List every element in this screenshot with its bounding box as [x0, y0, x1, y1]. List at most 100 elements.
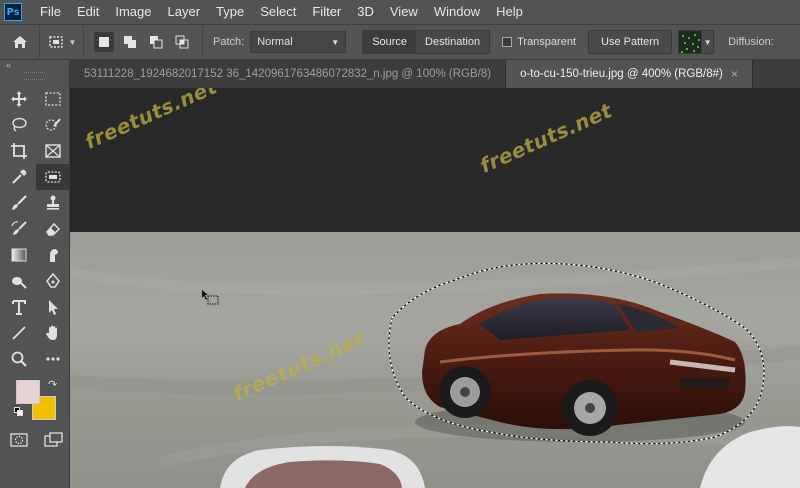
quick-selection-tool[interactable]: [36, 112, 70, 138]
frame-tool[interactable]: [36, 138, 70, 164]
type-icon: [12, 300, 26, 315]
quick-selection-icon: [45, 118, 61, 131]
menu-type[interactable]: Type: [208, 0, 252, 24]
foreground-color[interactable]: [16, 380, 40, 404]
subtract-selection-button[interactable]: [146, 32, 166, 52]
hand-icon: [46, 325, 57, 340]
new-selection-icon: [99, 37, 109, 47]
patch-source-destination-toggle: Source Destination: [362, 30, 491, 54]
move-tool[interactable]: [2, 86, 36, 112]
tab-document-2[interactable]: o-to-cu-150-trieu.jpg @ 400% (RGB/8#) ×: [506, 60, 753, 88]
menu-layer[interactable]: Layer: [160, 0, 209, 24]
toolbar-grip[interactable]: [24, 72, 45, 80]
patch-mode-select[interactable]: Normal ▼: [250, 31, 347, 53]
home-button[interactable]: [0, 24, 40, 60]
more-dots-icon: [46, 357, 60, 361]
destination-button[interactable]: Destination: [416, 31, 490, 53]
line-icon: [12, 326, 26, 340]
crop-tool[interactable]: [2, 138, 36, 164]
path-selection-tool[interactable]: [36, 294, 70, 320]
tools-panel: « ↷: [0, 60, 70, 488]
menu-file[interactable]: File: [32, 0, 69, 24]
document-image[interactable]: [70, 232, 800, 488]
selection-mode-group: [84, 24, 203, 60]
patch-label: Patch:: [213, 36, 245, 48]
eyedropper-tool[interactable]: [2, 164, 36, 190]
eraser-icon: [46, 222, 61, 236]
use-pattern-button[interactable]: Use Pattern: [588, 30, 673, 54]
default-colors-icon[interactable]: [14, 407, 24, 417]
zoom-tool[interactable]: [2, 346, 36, 372]
menu-filter[interactable]: Filter: [304, 0, 349, 24]
new-selection-button[interactable]: [94, 32, 114, 52]
clone-stamp-tool[interactable]: [36, 190, 70, 216]
history-brush-icon: [11, 221, 27, 235]
menu-edit[interactable]: Edit: [69, 0, 107, 24]
home-icon: [12, 36, 27, 48]
source-button[interactable]: Source: [363, 31, 417, 53]
checkbox-box: [502, 37, 513, 47]
menu-image[interactable]: Image: [107, 0, 159, 24]
pattern-picker-dropdown[interactable]: ▼: [702, 30, 715, 54]
transparent-label: Transparent: [517, 36, 576, 48]
pen-icon: [46, 272, 60, 288]
pen-tool[interactable]: [36, 268, 70, 294]
patch-tool-icon: [48, 36, 63, 48]
document-tabs: 53111228_1924682017152 36_14209617634860…: [70, 60, 800, 88]
canvas-area[interactable]: freetuts.net freetuts.net freetuts.net: [70, 88, 800, 488]
transparent-checkbox[interactable]: Transparent: [502, 36, 576, 48]
collapse-toolbar-button[interactable]: «: [0, 60, 69, 72]
crop-icon: [11, 143, 27, 159]
lasso-tool[interactable]: [2, 112, 36, 138]
gradient-tool[interactable]: [2, 242, 36, 268]
marquee-icon: [45, 92, 61, 106]
intersect-selection-button[interactable]: [172, 32, 192, 52]
rectangular-marquee-tool[interactable]: [36, 86, 70, 112]
smudge-tool[interactable]: [36, 242, 70, 268]
close-icon[interactable]: ×: [731, 67, 738, 81]
menu-select[interactable]: Select: [252, 0, 304, 24]
chevron-down-icon: ▼: [68, 37, 77, 47]
add-selection-button[interactable]: [120, 32, 140, 52]
hand-tool[interactable]: [36, 320, 70, 346]
patch-tool[interactable]: [36, 164, 70, 190]
watermark-text: freetuts.net: [476, 98, 616, 178]
line-tool[interactable]: [2, 320, 36, 346]
history-brush-tool[interactable]: [2, 216, 36, 242]
options-bar: ▼ Patch: Normal ▼ Source Destination Tra…: [0, 24, 800, 60]
menu-view[interactable]: View: [382, 0, 426, 24]
swap-colors-icon[interactable]: ↷: [48, 378, 57, 391]
photoshop-logo[interactable]: Ps: [4, 3, 22, 21]
arrow-pointer-icon: [49, 300, 58, 315]
tab-title: o-to-cu-150-trieu.jpg @ 400% (RGB/8#): [520, 68, 723, 80]
lasso-icon: [12, 117, 27, 132]
dodge-icon: [12, 277, 27, 289]
intersect-selection-icon: [175, 35, 189, 49]
menu-bar: Ps File Edit Image Layer Type Select Fil…: [0, 0, 800, 24]
tool-preset-picker[interactable]: ▼: [40, 24, 84, 60]
diffusion-label: Diffusion:: [728, 36, 774, 48]
patch-mode-value: Normal: [257, 36, 293, 48]
screen-mode-icon[interactable]: [44, 432, 64, 448]
menu-3d[interactable]: 3D: [349, 0, 382, 24]
add-selection-icon: [124, 36, 136, 48]
zoom-icon: [11, 351, 27, 367]
move-icon: [11, 91, 27, 107]
photo-content: [70, 257, 800, 488]
dodge-tool[interactable]: [2, 268, 36, 294]
menu-window[interactable]: Window: [426, 0, 488, 24]
brush-tool[interactable]: [2, 190, 36, 216]
pattern-swatch[interactable]: [678, 30, 703, 54]
chevron-down-icon: ▼: [703, 37, 712, 47]
edit-toolbar-button[interactable]: [36, 346, 70, 372]
menu-help[interactable]: Help: [488, 0, 531, 24]
frame-icon: [45, 144, 61, 158]
tab-document-1[interactable]: 53111228_1924682017152 36_14209617634860…: [70, 60, 507, 88]
type-tool[interactable]: [2, 294, 36, 320]
color-swatches: ↷: [14, 378, 62, 424]
chevron-down-icon: ▼: [331, 37, 340, 47]
mask-controls: [10, 432, 64, 448]
brush-icon: [12, 195, 27, 210]
eraser-tool[interactable]: [36, 216, 70, 242]
quick-mask-icon[interactable]: [10, 432, 28, 448]
